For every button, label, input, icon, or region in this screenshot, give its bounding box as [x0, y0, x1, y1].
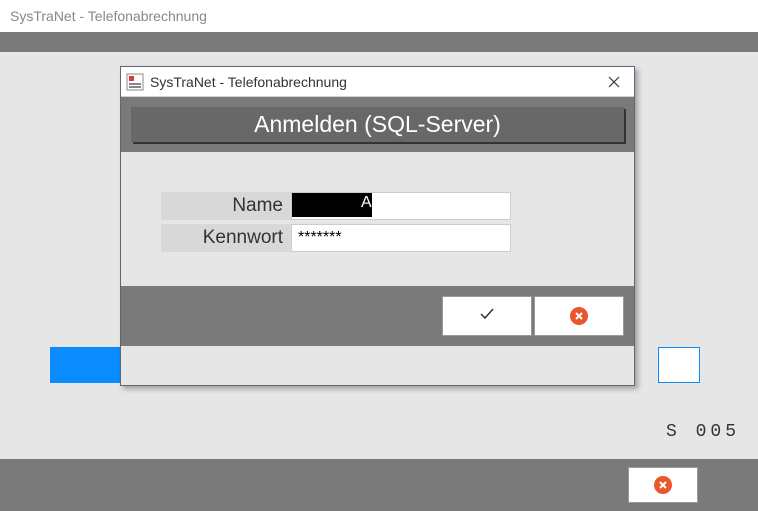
redacted-letter: A: [361, 194, 372, 212]
ok-button[interactable]: [442, 296, 532, 336]
main-window-title: SysTraNet - Telefonabrechnung: [0, 0, 758, 32]
cancel-icon: [654, 476, 672, 494]
name-label: Name: [161, 192, 291, 220]
login-form: Name A Kennwort: [121, 152, 634, 286]
main-cancel-button[interactable]: [628, 467, 698, 503]
app-icon: [126, 73, 144, 91]
dialog-banner-area: Anmelden (SQL-Server): [121, 97, 634, 152]
white-field[interactable]: [658, 347, 700, 383]
password-label: Kennwort: [161, 224, 291, 252]
password-input[interactable]: [291, 224, 511, 252]
redacted-overlay: [292, 193, 372, 217]
login-dialog: SysTraNet - Telefonabrechnung Anmelden (…: [120, 66, 635, 386]
dialog-footer: [121, 286, 634, 346]
dialog-titlebar: SysTraNet - Telefonabrechnung: [121, 67, 634, 97]
check-icon: [478, 305, 496, 328]
cancel-icon: [570, 307, 588, 325]
status-text: S 005: [666, 422, 740, 442]
close-icon: [608, 76, 620, 88]
top-bar: [0, 32, 758, 52]
cancel-button[interactable]: [534, 296, 624, 336]
dialog-banner: Anmelden (SQL-Server): [131, 107, 624, 142]
blue-block: [50, 347, 125, 383]
dialog-close-button[interactable]: [594, 67, 634, 96]
dialog-title: SysTraNet - Telefonabrechnung: [144, 74, 594, 90]
